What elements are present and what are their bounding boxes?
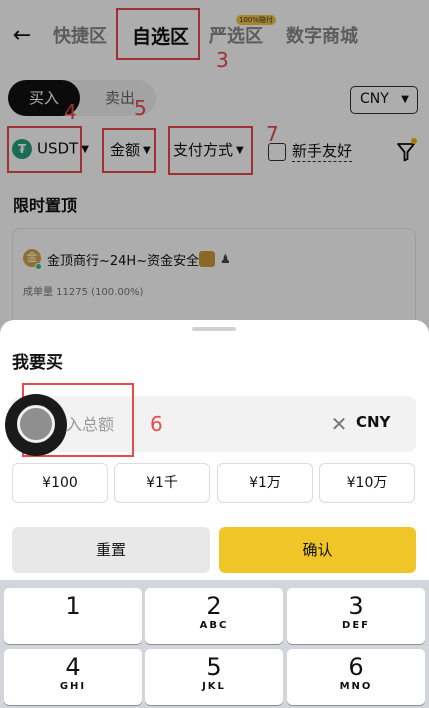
quick-amount-10k[interactable]: ¥1万: [217, 463, 313, 503]
key-1[interactable]: 1: [4, 588, 142, 644]
key-digit: 1: [65, 592, 81, 620]
key-2[interactable]: 2 ABC: [145, 588, 283, 644]
key-digit: 6: [348, 653, 364, 681]
key-digit: 2: [206, 592, 222, 620]
sheet-title: 我要买: [12, 353, 63, 373]
key-3[interactable]: 3 DEF: [287, 588, 425, 644]
key-digit: 3: [348, 592, 364, 620]
key-5[interactable]: 5 JKL: [145, 649, 283, 705]
annotation-number-6: 6: [150, 412, 163, 436]
clear-icon[interactable]: ✕: [327, 412, 351, 436]
sheet-drag-handle[interactable]: [192, 327, 236, 331]
key-4[interactable]: 4 GHI: [4, 649, 142, 705]
quick-amount-100[interactable]: ¥100: [12, 463, 108, 503]
key-letters: MNO: [339, 681, 373, 692]
key-digit: 4: [65, 653, 81, 681]
key-letters: ABC: [199, 620, 229, 631]
reset-button[interactable]: 重置: [12, 527, 210, 573]
confirm-button[interactable]: 确认: [219, 527, 416, 573]
touch-indicator-center: [17, 405, 55, 443]
quick-amount-1k[interactable]: ¥1千: [114, 463, 210, 503]
key-letters: GHI: [59, 681, 87, 692]
key-letters: DEF: [342, 620, 370, 631]
key-digit: 5: [206, 653, 222, 681]
amount-unit: CNY: [356, 413, 391, 431]
key-6[interactable]: 6 MNO: [287, 649, 425, 705]
quick-amount-100k[interactable]: ¥10万: [319, 463, 415, 503]
numeric-keypad: 1 2 ABC 3 DEF 4 GHI 5 JKL 6 MNO: [0, 580, 429, 708]
key-letters: JKL: [202, 681, 226, 692]
quick-amount-row: ¥100 ¥1千 ¥1万 ¥10万: [12, 463, 416, 503]
